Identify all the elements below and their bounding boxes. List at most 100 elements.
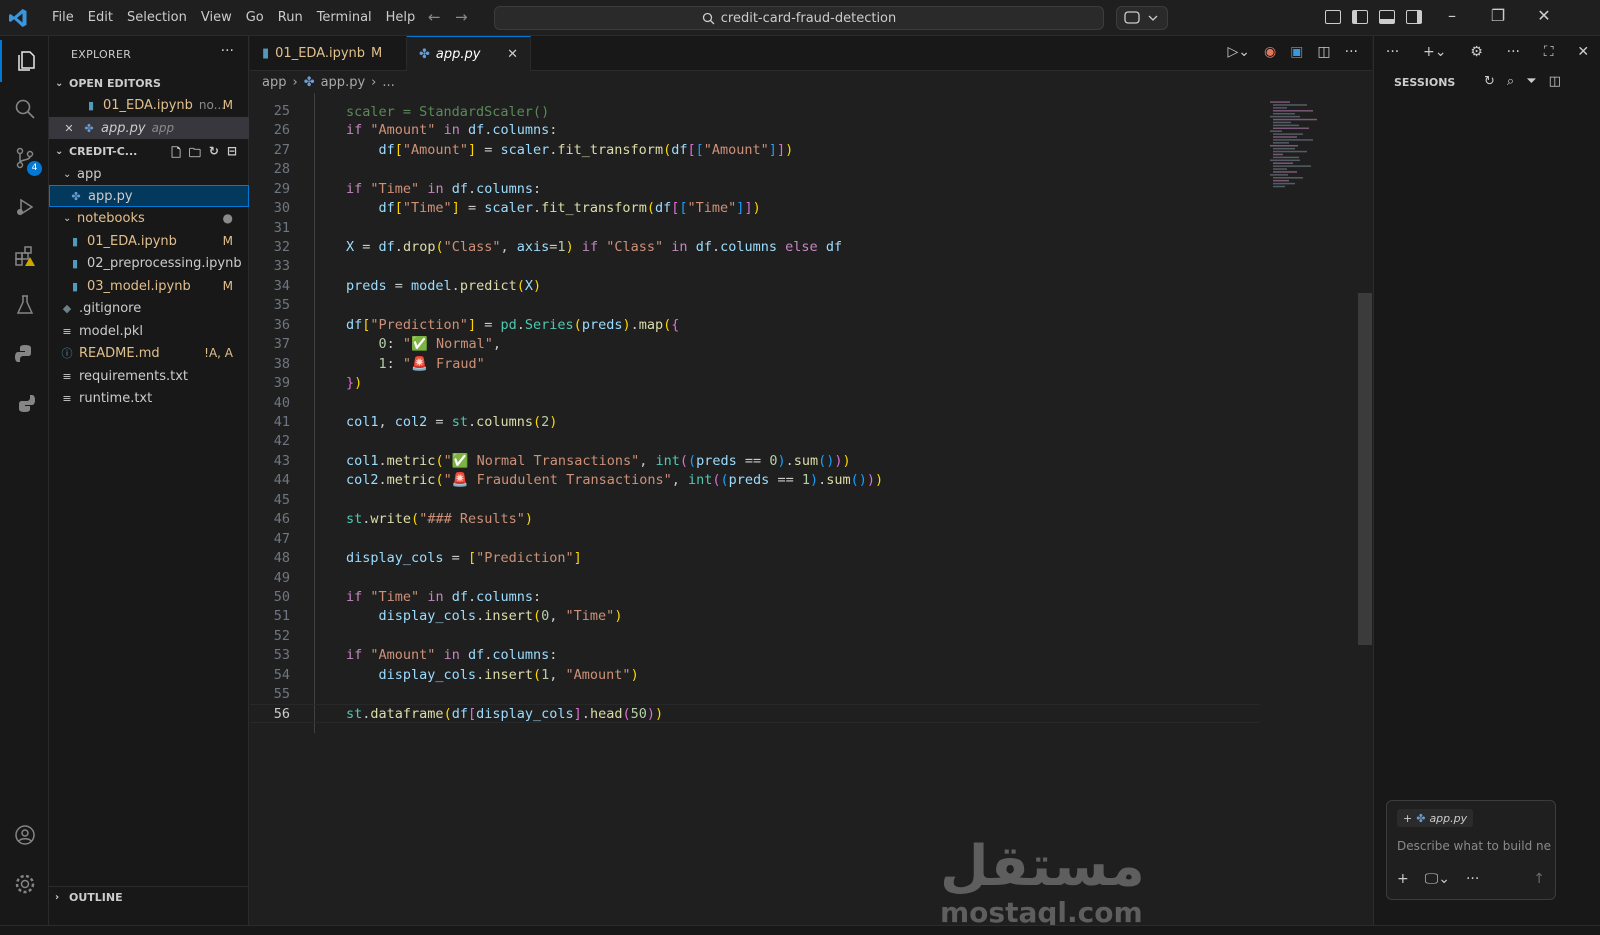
tree-file[interactable]: ≡ model.pkl [49, 320, 249, 342]
refresh-icon[interactable]: ↻ [1484, 74, 1495, 89]
tree-file[interactable]: ▮ 02_preprocessing.ipynb [49, 252, 249, 274]
add-icon[interactable]: + [1397, 871, 1409, 887]
menu-help[interactable]: Help [379, 0, 423, 36]
more-actions-icon[interactable]: ··· [1507, 44, 1520, 64]
refresh-icon[interactable]: ↻ [209, 144, 219, 165]
open-editor-item-active[interactable]: ✕ ✤ app.py app [49, 117, 249, 139]
customize-layout-icon[interactable] [1325, 10, 1341, 24]
new-session-icon[interactable]: +⌄ [1423, 44, 1446, 64]
breadcrumb-file[interactable]: app.py [321, 75, 366, 90]
toggle-secondary-sidebar-icon[interactable] [1406, 10, 1422, 24]
menu-file[interactable]: File [45, 0, 81, 36]
manage-activity[interactable] [0, 863, 49, 905]
code-line: 45 [273, 492, 290, 508]
tree-file-app-py[interactable]: ✤ app.py [49, 185, 249, 207]
tree-file[interactable]: ◆ .gitignore [49, 297, 249, 319]
minimap-line [1270, 115, 1300, 118]
python-file-icon: ✤ [303, 74, 315, 90]
accounts-activity[interactable] [0, 814, 49, 856]
menu-run[interactable]: Run [271, 0, 310, 36]
gitignore-file-icon: ◆ [62, 301, 72, 315]
python-activity[interactable] [0, 333, 49, 375]
command-center[interactable]: credit-card-fraud-detection [494, 6, 1104, 30]
tree-folder-notebooks[interactable]: ⌄ notebooks ● [49, 207, 249, 229]
minimap[interactable] [1260, 93, 1358, 925]
tree-file[interactable]: ▮ 03_model.ipynb M [49, 275, 249, 297]
more-actions-icon[interactable]: ··· [1466, 871, 1479, 887]
breadcrumb-symbol[interactable]: ... [382, 75, 394, 90]
close-icon[interactable]: ✕ [61, 122, 77, 135]
close-tab-icon[interactable]: ✕ [507, 47, 518, 62]
minimize-icon[interactable]: – [1440, 6, 1464, 25]
toggle-sidebar-icon[interactable]: ◫ [1549, 74, 1561, 89]
more-actions-icon[interactable]: ··· [221, 43, 234, 59]
forward-arrow-icon[interactable]: → [455, 8, 468, 26]
python-file-icon: ✤ [419, 46, 430, 62]
minimap-line [1273, 147, 1295, 150]
search-icon[interactable]: ⌕ [1507, 74, 1514, 89]
tree-file[interactable]: ≡ runtime.txt [49, 387, 249, 409]
minimap-line [1273, 165, 1311, 167]
new-file-icon[interactable]: 🗋 [171, 144, 181, 165]
run-python-icon[interactable]: ▷⌄ [1227, 44, 1250, 60]
menu-edit[interactable]: Edit [81, 0, 120, 36]
context-chip[interactable]: + ✤ app.py [1397, 809, 1474, 827]
tab-app-py[interactable]: ✤ app.py ✕ [407, 36, 531, 71]
monitor-icon[interactable]: 🖵⌄ [1425, 871, 1450, 887]
tree-file[interactable]: ▮ 01_EDA.ipynb M [49, 230, 249, 252]
add-context-icon[interactable]: + [1403, 812, 1412, 825]
breadcrumb-folder[interactable]: app [262, 75, 286, 90]
gear-icon[interactable]: ⚙ [1470, 44, 1483, 64]
restore-icon[interactable]: ❐ [1486, 6, 1510, 25]
chat-placeholder[interactable]: Describe what to build ne [1397, 839, 1552, 853]
tree-file[interactable]: ⓘ README.md !A, A [49, 342, 249, 364]
close-panel-icon[interactable]: ✕ [1577, 44, 1589, 64]
vertical-scrollbar[interactable] [1358, 293, 1372, 645]
code-editor[interactable]: scaler = StandardScaler() 25 26 if "Amoun… [250, 93, 1260, 925]
explorer-actions: 🗋 🗀 ↻ ⊟ [171, 144, 237, 165]
open-editors-header[interactable]: ⌄ OPEN EDITORS [49, 72, 249, 94]
toggle-primary-sidebar-icon[interactable] [1352, 10, 1368, 24]
activity-bar: 4 [0, 36, 49, 925]
send-icon[interactable]: ↑ [1533, 871, 1545, 887]
minimap-line [1273, 162, 1293, 164]
close-window-icon[interactable]: ✕ [1532, 6, 1556, 25]
testing-activity[interactable] [0, 284, 49, 326]
minimap-line [1270, 159, 1300, 162]
tree-file[interactable]: ≡ requirements.txt [49, 365, 249, 387]
more-actions-icon[interactable]: ··· [1386, 44, 1399, 64]
maximize-icon[interactable]: ⛶ [1544, 44, 1554, 64]
split-editor-icon[interactable]: ◫ [1317, 44, 1330, 60]
preview-icon[interactable]: ▣ [1290, 44, 1303, 60]
more-actions-icon[interactable]: ··· [1345, 44, 1358, 60]
new-folder-icon[interactable]: 🗀 [189, 144, 201, 165]
menu-go[interactable]: Go [239, 0, 271, 36]
code-line: 52 [273, 628, 290, 644]
search-activity[interactable] [0, 88, 49, 130]
python-env-activity[interactable] [0, 382, 49, 424]
copilot-review-icon[interactable]: ◉ [1264, 44, 1276, 60]
menu-view[interactable]: View [194, 0, 239, 36]
menu-terminal[interactable]: Terminal [310, 0, 379, 36]
source-control-activity[interactable]: 4 [0, 137, 49, 179]
minimap-line [1273, 153, 1283, 156]
explorer-activity[interactable] [0, 40, 49, 82]
chat-input-box[interactable]: + ✤ app.py Describe what to build ne + 🖵… [1386, 800, 1556, 900]
code-line: 55 [273, 686, 290, 702]
menu-selection[interactable]: Selection [120, 0, 194, 36]
filter-icon[interactable]: ⏷ [1526, 74, 1536, 89]
toggle-panel-icon[interactable] [1379, 10, 1395, 24]
collapse-all-icon[interactable]: ⊟ [227, 144, 237, 165]
back-arrow-icon[interactable]: ← [428, 8, 441, 26]
run-debug-activity[interactable] [0, 186, 49, 228]
tree-folder-app[interactable]: ⌄ app [49, 163, 249, 185]
copilot-button[interactable] [1116, 6, 1168, 30]
tab-01-eda[interactable]: ▮ 01_EDA.ipynb M [250, 36, 407, 71]
outline-header[interactable]: › OUTLINE [49, 886, 249, 908]
open-editor-item[interactable]: ▮ 01_EDA.ipynb no... M [49, 94, 249, 116]
code-line: 44 col2.metric("🚨 Fraudulent Transactions… [273, 472, 884, 488]
minimap-line [1273, 150, 1307, 153]
project-folder-header[interactable]: ⌄ CREDIT-C... 🗋 🗀 ↻ ⊟ [49, 140, 249, 162]
minimap-line [1273, 156, 1299, 159]
extensions-activity[interactable] [0, 235, 49, 277]
